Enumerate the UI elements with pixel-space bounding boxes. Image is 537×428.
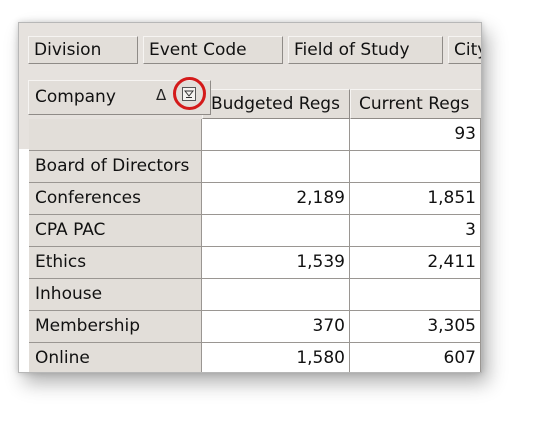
cell-budgeted-regs[interactable]: [202, 215, 350, 247]
pivot-table-window: Division Event Code Field of Study City …: [18, 22, 482, 373]
cell-current-regs[interactable]: 93: [350, 119, 481, 151]
field-button-event-code[interactable]: Event Code: [143, 36, 283, 64]
row-label[interactable]: CPA PAC: [29, 215, 202, 247]
row-label[interactable]: Inhouse: [29, 279, 202, 311]
row-label[interactable]: [29, 119, 202, 151]
cell-current-regs[interactable]: 607: [350, 343, 481, 373]
cell-current-regs[interactable]: 2,411: [350, 247, 481, 279]
cell-budgeted-regs[interactable]: [202, 151, 350, 183]
row-label[interactable]: Online: [29, 343, 202, 373]
cell-current-regs[interactable]: 3,305: [350, 311, 481, 343]
row-field-label: Company: [35, 87, 116, 107]
cell-current-regs[interactable]: 1,851: [350, 183, 481, 215]
column-header-budgeted-regs[interactable]: Budgeted Regs: [202, 89, 350, 119]
cell-current-regs[interactable]: [350, 151, 481, 183]
field-button-division[interactable]: Division: [28, 36, 138, 64]
row-label[interactable]: Ethics: [29, 247, 202, 279]
cell-budgeted-regs[interactable]: 1,539: [202, 247, 350, 279]
field-button-field-of-study[interactable]: Field of Study: [288, 36, 443, 64]
sort-ascending-icon[interactable]: Δ: [156, 86, 166, 104]
cell-current-regs[interactable]: [350, 279, 481, 311]
column-header-current-regs[interactable]: Current Regs: [350, 89, 482, 119]
cell-budgeted-regs[interactable]: 370: [202, 311, 350, 343]
field-button-city[interactable]: City: [448, 36, 482, 64]
row-label[interactable]: Membership: [29, 311, 202, 343]
cell-current-regs[interactable]: 3: [350, 215, 481, 247]
cell-budgeted-regs[interactable]: 2,189: [202, 183, 350, 215]
row-label[interactable]: Board of Directors: [29, 151, 202, 183]
highlight-circle: [173, 77, 206, 110]
cell-budgeted-regs[interactable]: [202, 119, 350, 151]
cell-budgeted-regs[interactable]: [202, 279, 350, 311]
cell-budgeted-regs[interactable]: 1,580: [202, 343, 350, 373]
row-label[interactable]: Conferences: [29, 183, 202, 215]
row-field-company-button[interactable]: Company Δ: [28, 77, 211, 115]
